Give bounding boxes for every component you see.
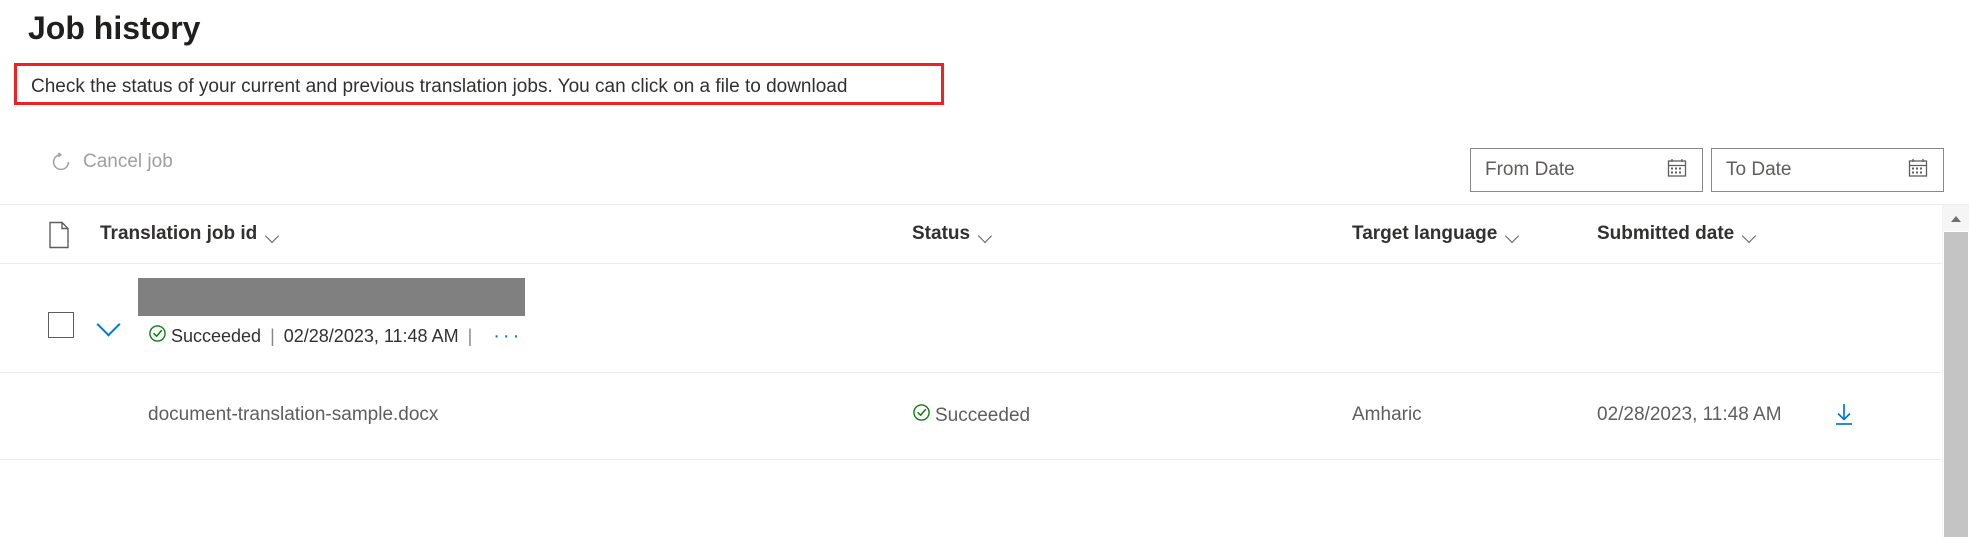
chevron-down-icon[interactable] bbox=[266, 231, 281, 240]
calendar-icon[interactable] bbox=[1666, 157, 1688, 184]
from-date-placeholder: From Date bbox=[1485, 159, 1575, 180]
chevron-down-icon[interactable] bbox=[1743, 231, 1758, 240]
group-row-submitted-date: 02/28/2023, 11:48 AM bbox=[283, 326, 459, 346]
from-date-field[interactable]: From Date bbox=[1470, 148, 1703, 192]
column-header-submitted-date-label: Submitted date bbox=[1597, 223, 1735, 244]
chevron-down-icon[interactable] bbox=[979, 231, 994, 240]
cell-status: Succeeded bbox=[912, 403, 1030, 429]
job-history-table: Translation job id Status Target languag… bbox=[0, 205, 1942, 540]
download-icon[interactable] bbox=[1831, 401, 1857, 434]
to-date-field[interactable]: To Date bbox=[1711, 148, 1944, 192]
document-icon bbox=[47, 221, 71, 254]
caret-up-icon[interactable] bbox=[1943, 205, 1969, 231]
calendar-icon[interactable] bbox=[1907, 157, 1929, 184]
column-header-target-language[interactable]: Target language bbox=[1352, 223, 1521, 245]
chevron-down-icon[interactable] bbox=[1506, 231, 1521, 240]
group-row-separator: | bbox=[270, 326, 275, 346]
column-header-target-language-label: Target language bbox=[1352, 223, 1498, 244]
column-header-status-label: Status bbox=[912, 223, 971, 244]
page-title: Job history bbox=[28, 10, 201, 46]
check-circle-icon bbox=[912, 403, 931, 429]
vertical-scrollbar[interactable] bbox=[1942, 205, 1969, 540]
to-date-placeholder: To Date bbox=[1726, 159, 1792, 180]
scrollbar-thumb[interactable] bbox=[1944, 232, 1968, 537]
group-row-separator: | bbox=[467, 326, 473, 346]
redacted-job-id bbox=[138, 278, 525, 316]
cell-submitted-date: 02/28/2023, 11:48 AM bbox=[1597, 404, 1782, 425]
column-header-job-id-label: Translation job id bbox=[100, 223, 258, 244]
description-annotation-box: Check the status of your current and pre… bbox=[14, 63, 944, 105]
row-select-checkbox[interactable] bbox=[48, 312, 74, 338]
cell-file-name[interactable]: document-translation-sample.docx bbox=[148, 403, 438, 427]
cancel-job-label: Cancel job bbox=[83, 151, 173, 172]
table-row[interactable]: document-translation-sample.docx Succeed… bbox=[0, 373, 1942, 460]
cell-status-label: Succeeded bbox=[935, 405, 1031, 426]
more-options-icon[interactable]: ··· bbox=[493, 325, 522, 347]
check-circle-icon bbox=[148, 324, 167, 348]
date-filters: From Date To Date bbox=[1470, 148, 1944, 192]
table-group-row: Succeeded | 02/28/2023, 11:48 AM | ··· bbox=[0, 264, 1942, 373]
column-header-job-id[interactable]: Translation job id bbox=[100, 223, 281, 245]
table-header-row: Translation job id Status Target languag… bbox=[0, 205, 1942, 264]
group-row-status: Succeeded bbox=[171, 326, 262, 346]
command-bar: Cancel job From Date To Date bbox=[0, 135, 1969, 205]
expand-collapse-chevron-icon[interactable] bbox=[96, 312, 124, 338]
page-description: Check the status of your current and pre… bbox=[31, 76, 848, 97]
column-header-status[interactable]: Status bbox=[912, 223, 994, 245]
cancel-job-button[interactable]: Cancel job bbox=[50, 151, 173, 173]
cell-target-language: Amharic bbox=[1352, 404, 1422, 425]
column-header-submitted-date[interactable]: Submitted date bbox=[1597, 223, 1758, 245]
group-row-meta: Succeeded | 02/28/2023, 11:48 AM | ··· bbox=[148, 324, 522, 348]
cancel-circle-icon bbox=[50, 151, 72, 173]
